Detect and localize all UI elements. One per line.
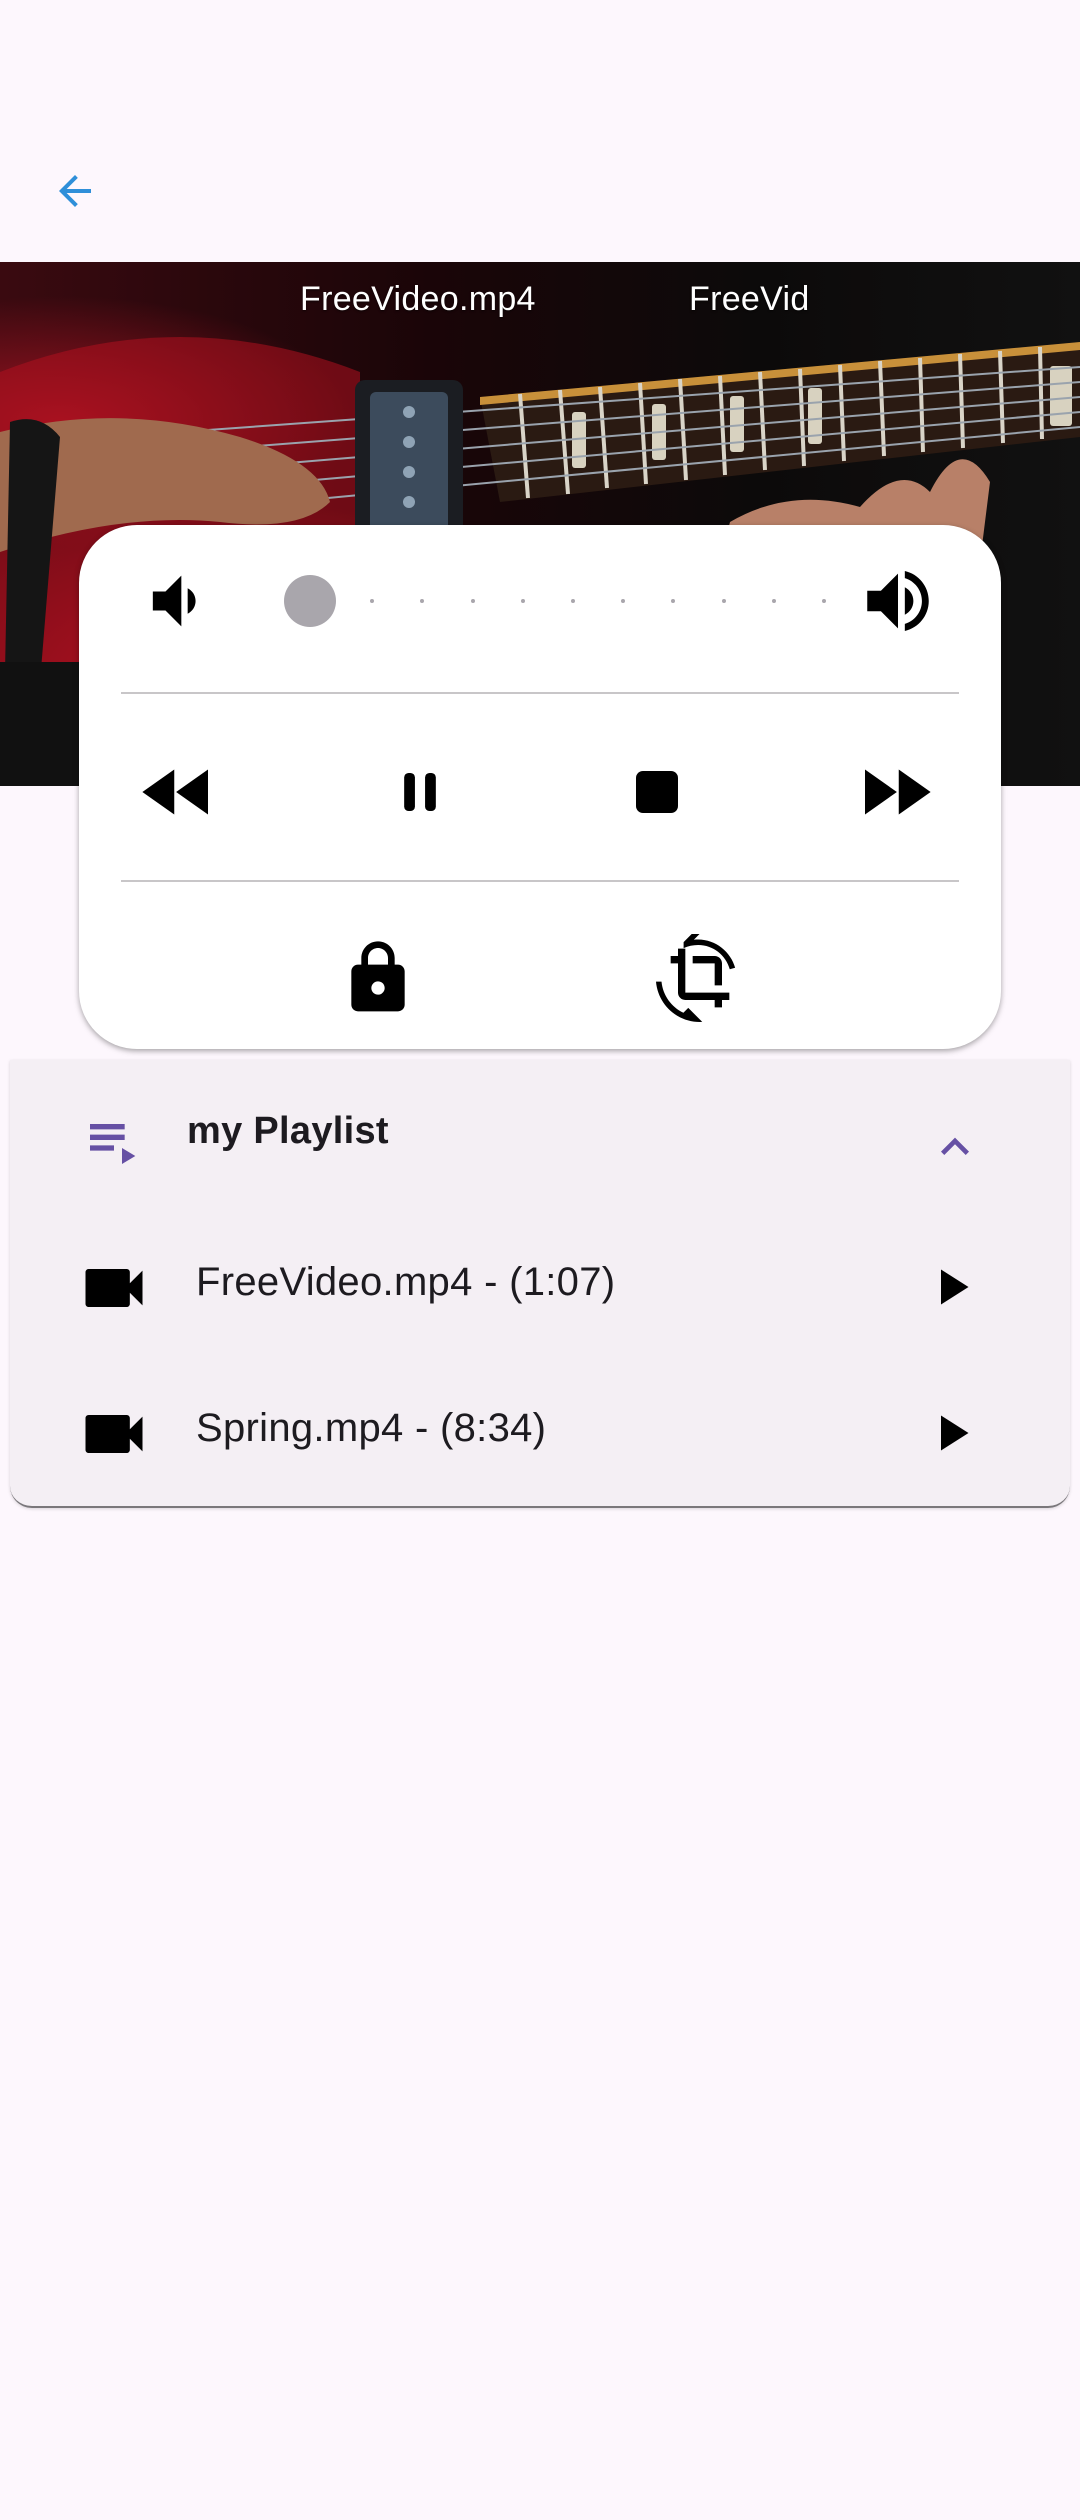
rewind-button[interactable]: [133, 747, 223, 837]
play-item-button[interactable]: [916, 1252, 986, 1322]
playlist-play-icon: [90, 1124, 136, 1164]
arrow-back-icon: [59, 175, 91, 207]
playlist-panel: my Playlist FreeVideo.mp4 - (1:07) Sprin…: [10, 1060, 1070, 1508]
crop-rotate-icon: [656, 934, 736, 1022]
back-button[interactable]: [36, 152, 114, 230]
volume-slider-ticks: [320, 599, 826, 603]
crop-rotate-button[interactable]: [655, 933, 745, 1023]
volume-slider-thumb[interactable]: [284, 575, 336, 627]
stop-button[interactable]: [612, 747, 702, 837]
videocam-icon: [85, 1269, 143, 1307]
play-icon: [941, 1415, 969, 1451]
volume-high-icon: [867, 571, 929, 631]
rewind-icon: [142, 769, 208, 815]
volume-slider[interactable]: [284, 572, 854, 630]
player-controls-card: [79, 525, 1001, 1049]
volume-low-icon: [152, 575, 196, 627]
videocam-icon: [85, 1415, 143, 1453]
controls-divider: [121, 692, 959, 694]
video-subtitle: FreeVid: [689, 280, 810, 318]
playlist-title: my Playlist: [187, 1110, 389, 1152]
playlist-item-label: Spring.mp4 - (8:34): [196, 1406, 547, 1450]
stop-icon: [636, 771, 678, 813]
play-item-button[interactable]: [916, 1398, 986, 1468]
lock-icon: [351, 941, 405, 1012]
volume-down-button[interactable]: [136, 562, 214, 640]
play-icon: [941, 1269, 969, 1305]
fast-forward-button[interactable]: [850, 747, 940, 837]
chevron-up-icon: [941, 1137, 969, 1155]
playlist-item[interactable]: FreeVideo.mp4 - (1:07): [10, 1210, 1070, 1356]
controls-divider: [121, 880, 959, 882]
collapse-toggle[interactable]: [920, 1112, 990, 1182]
volume-up-button[interactable]: [853, 562, 943, 640]
fast-forward-icon: [865, 769, 931, 815]
lock-button[interactable]: [338, 933, 418, 1023]
playlist-item[interactable]: Spring.mp4 - (8:34): [10, 1356, 1070, 1502]
pause-icon: [404, 773, 436, 811]
playlist-item-label: FreeVideo.mp4 - (1:07): [196, 1260, 616, 1304]
app-bar: [0, 0, 1080, 262]
video-title: FreeVideo.mp4: [300, 280, 536, 318]
pause-button[interactable]: [375, 747, 465, 837]
playlist-header[interactable]: my Playlist: [10, 1060, 1070, 1212]
